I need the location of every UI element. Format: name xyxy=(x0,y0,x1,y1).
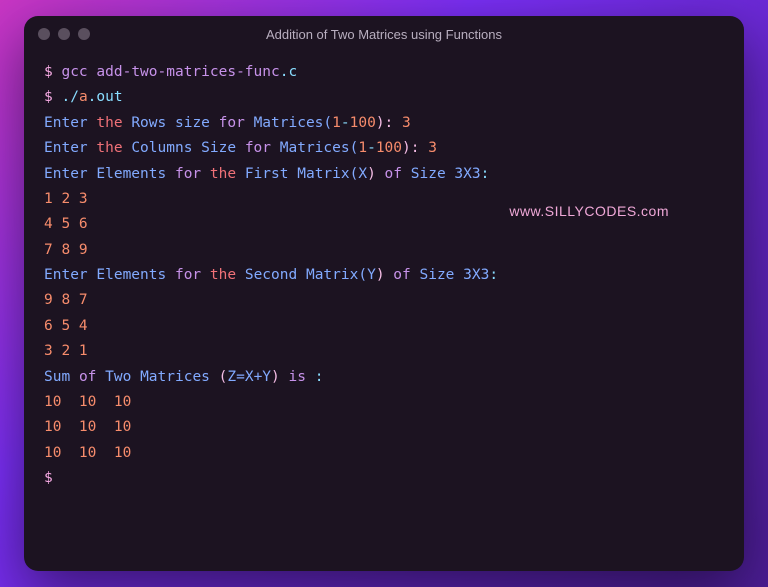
cmd-line-run: $ ./a.out xyxy=(44,85,724,110)
prompt-cols: Enter the Columns Size for Matrices(1-10… xyxy=(44,136,724,161)
matrix2-row1: 9 8 7 xyxy=(44,288,724,313)
result-row3: 10 10 10 xyxy=(44,441,724,466)
matrix1-row2: 4 5 6 xyxy=(44,212,724,237)
titlebar: Addition of Two Matrices using Functions xyxy=(24,16,744,52)
result-row2: 10 10 10 xyxy=(44,415,724,440)
matrix2-row3: 3 2 1 xyxy=(44,339,724,364)
final-prompt: $ xyxy=(44,466,724,491)
matrix1-row3: 7 8 9 xyxy=(44,238,724,263)
window-title: Addition of Two Matrices using Functions xyxy=(24,27,744,42)
maximize-icon[interactable] xyxy=(78,28,90,40)
terminal-window: Addition of Two Matrices using Functions… xyxy=(24,16,744,571)
close-icon[interactable] xyxy=(38,28,50,40)
minimize-icon[interactable] xyxy=(58,28,70,40)
matrix1-row1: 1 2 3 xyxy=(44,187,724,212)
matrix2-row2: 6 5 4 xyxy=(44,314,724,339)
sum-header: Sum of Two Matrices (Z=X+Y) is : xyxy=(44,365,724,390)
prompt-rows: Enter the Rows size for Matrices(1-100):… xyxy=(44,111,724,136)
terminal-content[interactable]: www.SILLYCODES.com $ gcc add-two-matrice… xyxy=(24,52,744,571)
prompt-first-matrix: Enter Elements for the First Matrix(X) o… xyxy=(44,162,724,187)
prompt-second-matrix: Enter Elements for the Second Matrix(Y) … xyxy=(44,263,724,288)
traffic-lights xyxy=(38,28,90,40)
result-row1: 10 10 10 xyxy=(44,390,724,415)
cmd-line-compile: $ gcc add-two-matrices-func.c xyxy=(44,60,724,85)
